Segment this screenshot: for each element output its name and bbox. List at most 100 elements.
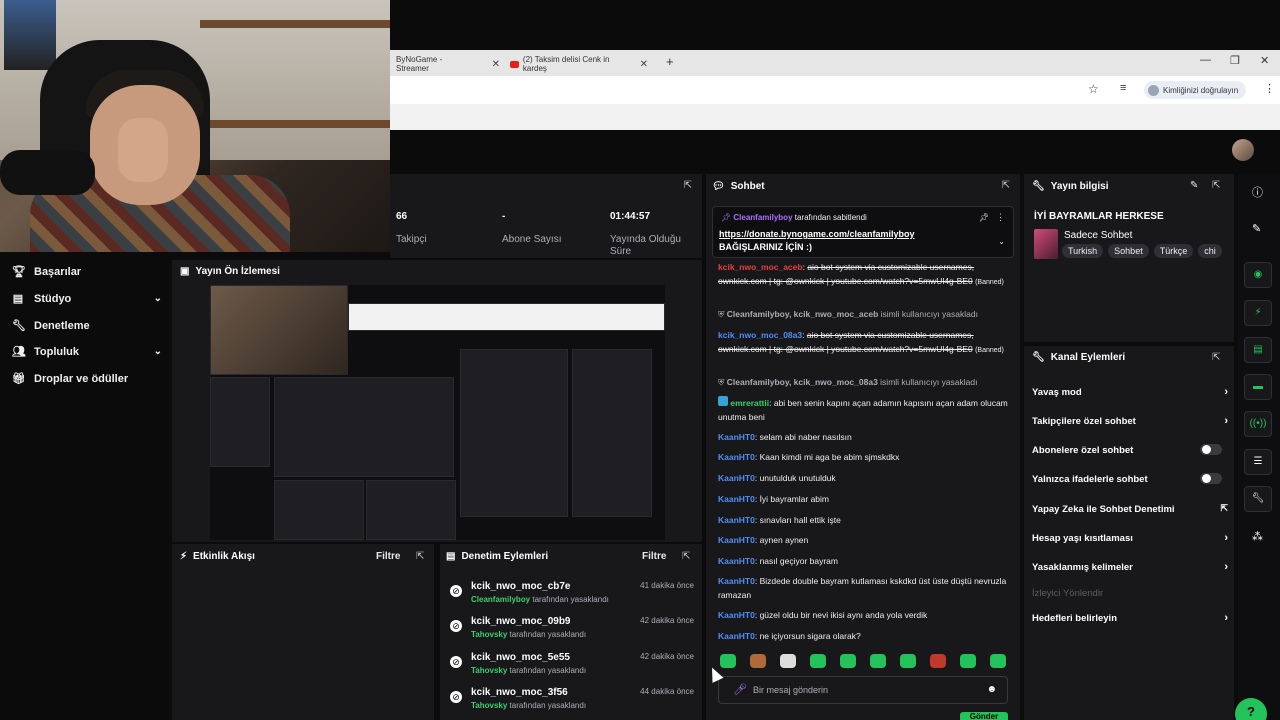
microphone-icon[interactable]: 🎤︎ (733, 683, 747, 696)
tag[interactable]: Sohbet (1108, 244, 1149, 258)
tab-youtube[interactable]: (2) Taksim delisi Cenk in kardeş ✕ (504, 54, 654, 74)
clipboard-icon[interactable]: ▤ (1244, 337, 1272, 363)
verify-identity-button[interactable]: Kimliğinizi doğrulayın (1144, 81, 1247, 99)
emote-icon[interactable] (930, 654, 946, 668)
emote-icon[interactable] (870, 654, 886, 668)
reading-list-icon[interactable]: ≡ (1120, 82, 1126, 94)
badge-icon (718, 396, 728, 406)
chat-username[interactable]: kcik_nwo_moc_08a3 (718, 330, 802, 340)
action-text: tarafından yasaklandı (509, 666, 587, 675)
timestamp: 42 dakika önce (640, 652, 694, 661)
preview-video[interactable] (210, 285, 665, 540)
preview-icon: ▣ (180, 266, 190, 277)
sidebar-item-achievements[interactable]: 🏆︎ Başarılar (12, 265, 162, 279)
chevron-right-icon: › (1224, 561, 1228, 573)
more-icon[interactable]: ⋮ (1264, 82, 1275, 95)
sidebar-item-community[interactable]: 👥︎ Topluluk ⌄ (12, 345, 162, 359)
unpin-icon[interactable]: 📌︎ (979, 213, 989, 222)
emote-icon[interactable] (810, 654, 826, 668)
broadcast-icon[interactable]: ((•)) (1244, 411, 1272, 437)
chevron-down-icon[interactable]: ⌄ (998, 237, 1005, 246)
chat-username[interactable]: KaanHT0 (718, 576, 755, 586)
emote-icon[interactable] (780, 654, 796, 668)
tag[interactable]: chi (1198, 244, 1222, 258)
emote-icon[interactable] (960, 654, 976, 668)
edit-icon[interactable]: ✎ (1190, 180, 1198, 191)
goals-row[interactable]: Hedefleri belirleyin › (1032, 612, 1228, 624)
more-icon[interactable]: ⋮ (996, 212, 1005, 223)
info-icon[interactable]: ⓘ (1252, 184, 1263, 200)
list-item[interactable]: ⊘ kcik_nwo_moc_5e55 Tahovsky tarafından … (450, 652, 694, 686)
banned-words-row[interactable]: Yasaklanmış kelimeler › (1032, 561, 1228, 573)
tag[interactable]: Türkçe (1153, 244, 1194, 258)
popout-icon[interactable]: ⇱ (684, 180, 692, 191)
edit-icon[interactable]: ✎ (1252, 222, 1261, 235)
tab-bynogame[interactable]: ByNoGame - Streamer ✕ (390, 54, 506, 74)
sidebar-item-studio[interactable]: ▤ Stüdyo ⌄ (12, 292, 162, 306)
chat-input[interactable]: 🎤︎ Bir mesaj gönderin ☻ (718, 676, 1008, 704)
emote-icon[interactable] (990, 654, 1006, 668)
wrench-icon[interactable]: 🔧︎ (1244, 486, 1272, 512)
close-icon[interactable]: ✕ (492, 59, 500, 70)
chat-username[interactable]: kcik_nwo_moc_aceb (718, 262, 803, 272)
chat-username[interactable]: KaanHT0 (718, 515, 755, 525)
star-icon[interactable]: ☆ (1088, 82, 1099, 96)
youtube-icon (510, 60, 519, 68)
slow-mode-row[interactable]: Yavaş mod › (1032, 386, 1228, 398)
moderation-filter-button[interactable]: Filtre (642, 551, 666, 562)
popout-icon[interactable]: ⇱ (416, 551, 424, 562)
activity-filter-button[interactable]: Filtre (376, 551, 400, 562)
sidebar-item-drops[interactable]: 🎁︎ Droplar ve ödüller (12, 372, 162, 386)
dashboard-icon[interactable]: ☰ (1244, 449, 1272, 475)
close-window-icon[interactable]: ✕ (1260, 54, 1269, 67)
bolt-icon[interactable]: ⚡︎ (1244, 300, 1272, 326)
list-item[interactable]: ⊘ kcik_nwo_moc_3f56 Tahovsky tarafından … (450, 687, 694, 720)
emote-icon[interactable] (900, 654, 916, 668)
chat-username[interactable]: KaanHT0 (718, 631, 755, 641)
restore-icon[interactable]: ❐ (1230, 54, 1240, 67)
category-name[interactable]: Sadece Sohbet (1064, 230, 1132, 241)
emote-icon[interactable] (720, 654, 736, 668)
chat-username[interactable]: KaanHT0 (718, 473, 755, 483)
popout-icon[interactable]: ⇱ (1002, 180, 1010, 191)
chat-username[interactable]: emrerattii (730, 398, 769, 408)
tag[interactable]: Turkish (1062, 244, 1104, 258)
avatar[interactable] (1232, 139, 1254, 161)
popout-icon[interactable]: ⇱ (1212, 352, 1220, 363)
send-button[interactable]: Gönder (960, 712, 1008, 720)
close-icon[interactable]: ✕ (640, 59, 648, 70)
stream-stats: ⇱ 66 Takipçi - Abone Sayısı 01:44:57 Yayınd… (390, 174, 702, 258)
popout-icon[interactable]: ⇱ (1212, 180, 1220, 191)
minimize-icon[interactable]: — (1200, 54, 1211, 66)
nodes-icon[interactable]: ⁂ (1252, 530, 1263, 543)
chat-text: : sınavları hall ettik işte (754, 515, 841, 525)
chat-username[interactable]: KaanHT0 (718, 432, 755, 442)
chat-username[interactable]: KaanHT0 (718, 452, 755, 462)
pinned-link[interactable]: https://donate.bynogame.com/cleanfamilyb… (719, 229, 915, 239)
emote-icon[interactable] (750, 654, 766, 668)
followers-only-row[interactable]: Takipçilere özel sohbet › (1032, 415, 1228, 427)
action-label: Takipçilere özel sohbet (1032, 416, 1136, 427)
camera-icon[interactable]: ◉ (1244, 262, 1272, 288)
chat-username[interactable]: KaanHT0 (718, 535, 755, 545)
emote-only-toggle[interactable] (1200, 473, 1222, 484)
ai-moderation-row[interactable]: Yapay Zeka ile Sohbet Denetimi ⇱ (1032, 503, 1228, 515)
chat-bubble-icon[interactable]: ▬ (1244, 374, 1272, 400)
emote-icon[interactable] (840, 654, 856, 668)
popout-icon[interactable]: ⇱ (682, 551, 690, 562)
list-item[interactable]: ⊘ kcik_nwo_moc_cb7e Cleanfamilyboy taraf… (450, 581, 694, 615)
chat-username[interactable]: KaanHT0 (718, 556, 755, 566)
timestamp: 42 dakika önce (640, 616, 694, 625)
banned-tag: (Banned) (975, 347, 1004, 354)
subscribers-only-toggle[interactable] (1200, 444, 1222, 455)
chat-username[interactable]: KaanHT0 (718, 494, 755, 504)
chat-username[interactable]: KaanHT0 (718, 610, 755, 620)
sidebar-item-moderation[interactable]: 🔧︎ Denetleme (12, 319, 162, 333)
emoji-icon[interactable]: ☻ (986, 684, 997, 695)
stream-title: İYİ BAYRAMLAR HERKESE (1034, 211, 1164, 222)
ban-icon: ⊘ (450, 620, 462, 632)
new-tab-icon[interactable]: + (666, 54, 674, 69)
pinned-message[interactable]: 📌︎ Cleanfamilyboy tarafından sabitlendi … (712, 206, 1014, 258)
account-age-row[interactable]: Hesap yaşı kısıtlaması › (1032, 532, 1228, 544)
list-item[interactable]: ⊘ kcik_nwo_moc_09b9 Tahovsky tarafından … (450, 616, 694, 650)
